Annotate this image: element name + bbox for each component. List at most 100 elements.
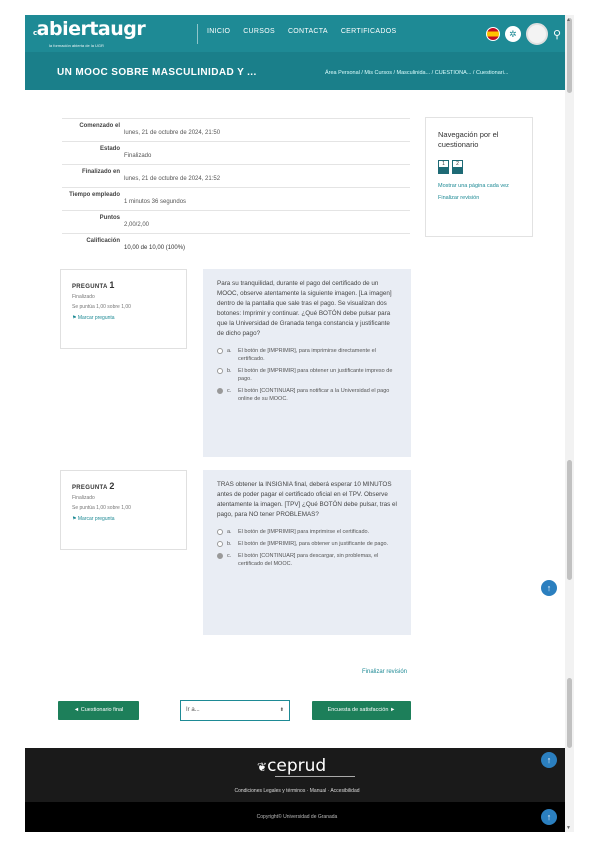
breadcrumb[interactable]: Área Personal / Mis Cursos / Masculinida… — [325, 68, 525, 78]
summary-value: lunes, 21 de octubre de 2024, 21:50 — [124, 130, 221, 136]
answer-option[interactable]: c. El botón [CONTINUAR] para descargar, s… — [217, 552, 397, 568]
nav-right: ✲ ⚲ — [485, 23, 561, 45]
radio-button-checked[interactable] — [217, 553, 223, 559]
option-text: El botón [CONTINUAR] para notificar a la… — [238, 388, 390, 402]
radio-button-checked[interactable] — [217, 388, 223, 394]
footer-logo-text: ceprud — [267, 756, 327, 776]
question-label: PREGUNTA — [72, 284, 108, 290]
scroll-up-icon[interactable]: ▲ — [566, 17, 571, 23]
summary-value: 2,00/2,00 — [124, 222, 150, 228]
finish-review-link[interactable]: Finalizar revisión — [438, 194, 520, 202]
option-letter: b. — [227, 368, 232, 374]
summary-value: Finalizado — [124, 153, 152, 159]
option-letter: c. — [227, 553, 232, 559]
question-heading: PREGUNTA 1 — [72, 280, 175, 290]
chevron-down-icon: ⬍ — [279, 707, 284, 713]
logo-subtitle: la formación abierta de la UGR — [49, 43, 104, 48]
finish-review-bottom-link[interactable]: Finalizar revisión — [362, 669, 407, 675]
scrollbar-thumb[interactable] — [567, 460, 572, 580]
summary-row: Tiempo empleado 1 minutos 36 segundos — [62, 187, 410, 210]
option-letter: a. — [227, 348, 232, 354]
nav-link-contacta[interactable]: CONTACTA — [288, 28, 328, 35]
next-activity-button[interactable]: Encuesta de satisfacción ► — [312, 701, 411, 720]
question-status: Finalizado — [72, 495, 95, 501]
jump-to-label: Ir a... — [186, 707, 200, 713]
answer-option[interactable]: b. El botón de [IMPRIMIR], para obtener u… — [217, 540, 397, 548]
nav-link-inicio[interactable]: INICIO — [207, 28, 230, 35]
flag-icon: ⚑ — [72, 315, 77, 321]
answer-options: a. El botón de [IMPRIMIR], para imprimirs… — [217, 347, 397, 403]
site-logo[interactable]: cabiertaugr la formación abierta de la U… — [33, 18, 146, 48]
copyright-bar: Copyright© Universidad de Granada — [25, 802, 569, 832]
option-letter: c. — [227, 388, 232, 394]
question-text: TRAS obtener la INSIGNIA final, deberá e… — [217, 481, 397, 518]
summary-key: Estado — [99, 146, 120, 152]
logo-text: abiertaugr — [36, 18, 146, 40]
option-letter: b. — [227, 541, 232, 547]
footer-logo-underline — [275, 776, 355, 780]
option-text: El botón de [IMPRIMIR], para imprimirse … — [238, 348, 376, 362]
radio-button[interactable] — [217, 529, 223, 535]
answer-option[interactable]: c. El botón [CONTINUAR] para notificar a … — [217, 387, 397, 403]
main-nav: INICIO CURSOS CONTACTA CERTIFICADOS — [207, 28, 396, 35]
ceprud-logo: ❦ceprud — [257, 756, 326, 776]
summary-row: Calificación 10,00 de 10,00 (100%) — [62, 233, 410, 256]
scrollbar-thumb[interactable] — [567, 678, 572, 748]
summary-row: Puntos 2,00/2,00 — [62, 210, 410, 233]
summary-key: Tiempo empleado — [69, 192, 120, 198]
option-text: El botón de [IMPRIMIR] para imprimirse e… — [238, 529, 370, 535]
jump-to-select[interactable]: Ir a... ⬍ — [180, 700, 290, 721]
question-status: Finalizado — [72, 294, 95, 300]
summary-row: Estado Finalizado — [62, 141, 410, 164]
course-title: UN MOOC SOBRE MASCULINIDAD Y ... — [57, 67, 257, 78]
question-score: Se puntúa 1,00 sobre 1,00 — [72, 505, 131, 511]
question-text: Para su tranquilidad, durante el pago de… — [217, 280, 392, 337]
quiz-navigation-title: Navegación por el cuestionario — [438, 130, 499, 149]
quiz-nav-button-1[interactable]: 1 — [438, 160, 449, 174]
radio-button[interactable] — [217, 368, 223, 374]
option-text: El botón de [IMPRIMIR], para obtener un … — [238, 541, 389, 547]
question-label: PREGUNTA — [72, 485, 108, 491]
summary-value: 1 minutos 36 segundos — [124, 199, 187, 205]
scroll-down-icon[interactable]: ▼ — [566, 825, 571, 831]
arrow-up-icon[interactable]: ↑ — [541, 809, 557, 825]
radio-button[interactable] — [217, 541, 223, 547]
nav-link-cursos[interactable]: CURSOS — [243, 28, 275, 35]
footer-links[interactable]: Condiciones Legales y términos · Manual … — [25, 788, 569, 794]
flag-question-link[interactable]: ⚑ Marcar pregunta — [72, 516, 175, 522]
flag-question-link[interactable]: ⚑ Marcar pregunta — [72, 315, 175, 321]
search-icon[interactable]: ⚲ — [553, 28, 561, 41]
arrow-up-icon[interactable]: ↑ — [541, 580, 557, 596]
answer-options: a. El botón de [IMPRIMIR] para imprimirse… — [217, 528, 397, 568]
flag-question-label: Marcar pregunta — [77, 315, 115, 321]
user-avatar[interactable] — [525, 23, 548, 45]
summary-key: Puntos — [99, 215, 120, 221]
summary-value: lunes, 21 de octubre de 2024, 21:52 — [124, 176, 221, 182]
arrow-up-icon[interactable]: ↑ — [541, 752, 557, 768]
scrollbar-thumb[interactable] — [567, 18, 572, 93]
quiz-nav-button-2[interactable]: 2 — [452, 160, 463, 174]
summary-key: Comenzado el — [79, 123, 120, 129]
nav-link-certificados[interactable]: CERTIFICADOS — [341, 28, 397, 35]
answer-option[interactable]: b. El botón de [IMPRIMIR] para obtener un… — [217, 367, 397, 383]
option-text: El botón de [IMPRIMIR] para obtener un j… — [238, 368, 393, 382]
settings-icon[interactable]: ✲ — [504, 26, 521, 42]
question-number: 1 — [109, 280, 115, 290]
answer-option[interactable]: a. El botón de [IMPRIMIR], para imprimirs… — [217, 347, 397, 363]
top-navbar: cabiertaugr la formación abierta de la U… — [25, 15, 569, 52]
copyright-text: Copyright© Universidad de Granada — [256, 814, 338, 820]
question-content-1: Para su tranquilidad, durante el pago de… — [203, 269, 411, 457]
prev-activity-button[interactable]: ◄ Cuestionario final — [58, 701, 139, 720]
summary-row: Comenzado el lunes, 21 de octubre de 202… — [62, 118, 410, 141]
answer-option[interactable]: a. El botón de [IMPRIMIR] para imprimirse… — [217, 528, 397, 536]
question-number: 2 — [109, 481, 115, 491]
option-letter: a. — [227, 529, 232, 535]
option-text: El botón [CONTINUAR] para descargar, sin… — [238, 553, 379, 567]
question-heading: PREGUNTA 2 — [72, 481, 175, 491]
nav-divider — [197, 24, 198, 44]
show-one-page-link[interactable]: Mostrar una página cada vez — [438, 182, 520, 190]
question-score: Se puntúa 1,00 sobre 1,00 — [72, 304, 131, 310]
summary-value: 10,00 de 10,00 (100%) — [124, 245, 186, 251]
radio-button[interactable] — [217, 348, 223, 354]
spain-flag-icon[interactable] — [485, 27, 500, 41]
